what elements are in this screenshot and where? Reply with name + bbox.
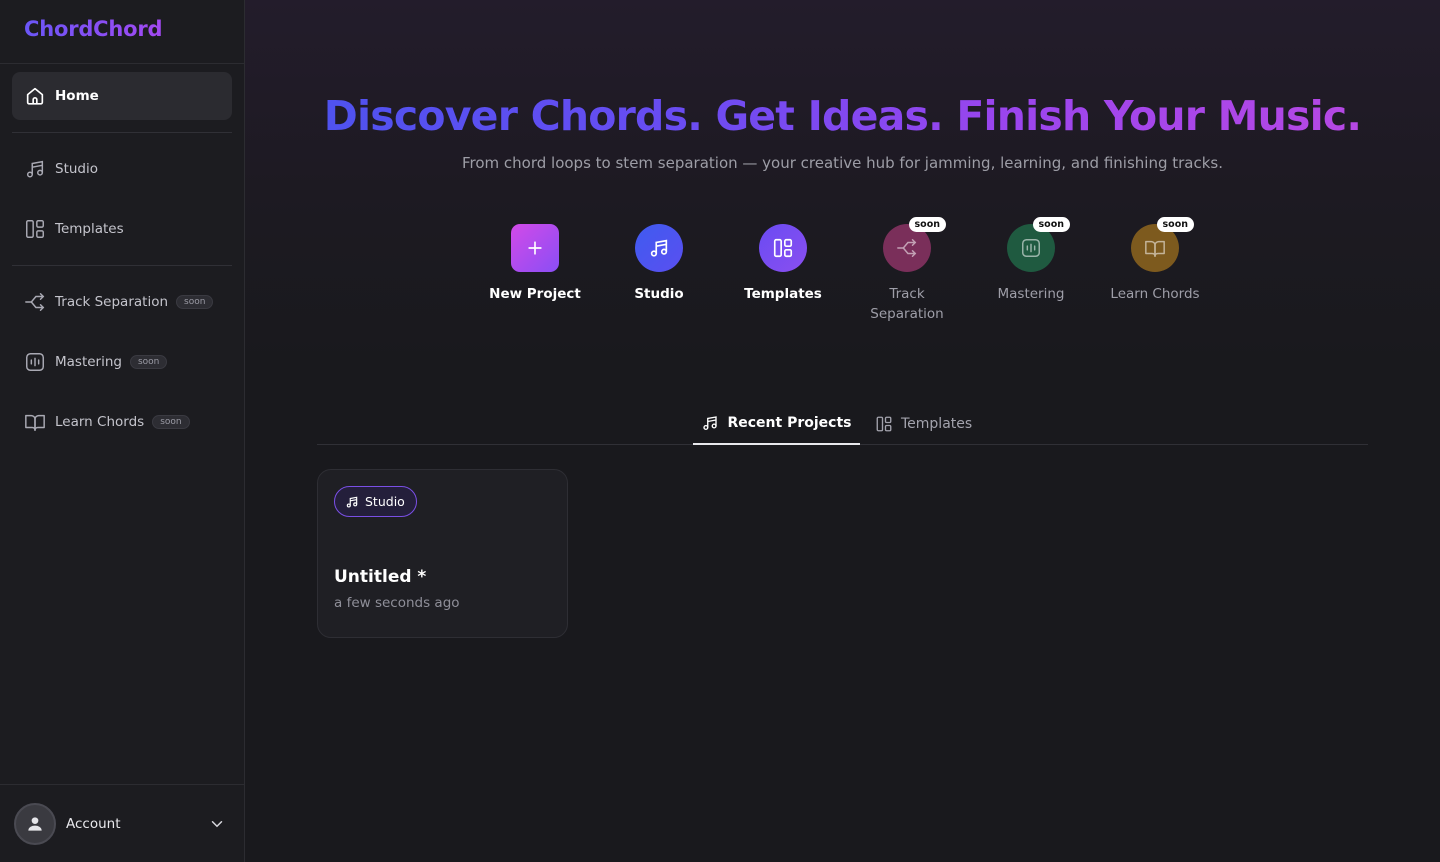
nav-divider	[12, 132, 232, 133]
sidebar-nav: Home Studio Templates Track Separation s…	[0, 64, 244, 446]
nav-divider	[12, 265, 232, 266]
avatar	[14, 802, 56, 845]
music-note-icon	[24, 158, 46, 180]
project-tabs: Recent Projects Templates	[317, 402, 1368, 445]
learn-chords-tile: soon	[1131, 217, 1194, 272]
sidebar-item-label: Home	[55, 88, 99, 104]
quick-actions: New Project Studio Templates soon Track …	[473, 217, 1217, 324]
chevron-down-icon	[208, 815, 226, 833]
templates-icon	[875, 415, 893, 433]
waveform-icon	[1022, 239, 1040, 257]
templates-tile	[759, 224, 807, 272]
track-separation-action-button[interactable]: soon Track Separation	[845, 217, 969, 324]
project-title: Untitled *	[334, 567, 427, 587]
home-icon	[24, 85, 46, 107]
music-note-icon	[701, 414, 719, 432]
action-label: Track Separation	[870, 286, 944, 322]
action-label: Mastering	[997, 286, 1065, 302]
track-separation-tile: soon	[883, 217, 946, 272]
learn-chords-action-button[interactable]: soon Learn Chords	[1093, 217, 1217, 324]
new-project-tile	[511, 224, 559, 272]
soon-badge: soon	[176, 295, 214, 309]
soon-badge: soon	[1032, 217, 1070, 232]
templates-icon	[773, 238, 793, 258]
action-label: Templates	[744, 286, 822, 302]
sidebar: ChordChord Home Studio Templates Track S…	[0, 0, 245, 862]
tab-templates[interactable]: Templates	[875, 402, 972, 445]
studio-action-button[interactable]: Studio	[597, 224, 721, 324]
page-subtitle: From chord loops to stem separation — yo…	[461, 154, 1223, 172]
templates-icon	[24, 218, 46, 240]
music-note-icon	[345, 495, 359, 509]
tab-label: Recent Projects	[727, 414, 852, 431]
soon-badge: soon	[908, 217, 946, 232]
sidebar-item-templates[interactable]: Templates	[12, 205, 232, 253]
studio-tile	[635, 224, 683, 272]
waveform-icon	[24, 351, 46, 373]
sidebar-item-label: Track Separation	[55, 294, 169, 310]
sidebar-item-label: Templates	[55, 221, 124, 237]
soon-badge: soon	[152, 415, 190, 429]
action-label: New Project	[489, 286, 581, 302]
soon-badge: soon	[129, 355, 168, 369]
music-note-icon	[650, 239, 668, 257]
sidebar-item-track-separation[interactable]: Track Separation soon	[12, 278, 232, 326]
plus-icon	[528, 241, 542, 255]
sidebar-item-mastering[interactable]: Mastering soon	[12, 338, 232, 386]
main-content: Discover Chords. Get Ideas. Finish Your …	[245, 0, 1440, 862]
action-label: Studio	[634, 286, 684, 302]
soon-badge: soon	[1156, 217, 1194, 232]
book-icon	[24, 411, 46, 433]
action-label: Learn Chords	[1110, 286, 1200, 302]
mastering-action-button[interactable]: soon Mastering	[969, 217, 1093, 324]
new-project-button[interactable]: New Project	[473, 224, 597, 324]
sidebar-item-label: Learn Chords	[55, 414, 145, 430]
mastering-tile: soon	[1007, 217, 1070, 272]
project-timestamp: a few seconds ago	[334, 595, 460, 611]
account-menu[interactable]: Account	[0, 784, 244, 862]
sidebar-item-studio[interactable]: Studio	[12, 145, 232, 193]
tab-recent-projects[interactable]: Recent Projects	[693, 402, 860, 445]
user-icon	[28, 816, 42, 831]
sidebar-item-learn-chords[interactable]: Learn Chords soon	[12, 398, 232, 446]
tab-label: Templates	[901, 415, 973, 432]
page-title: Discover Chords. Get Ideas. Finish Your …	[323, 92, 1362, 140]
book-icon	[1145, 240, 1165, 257]
brand-logo[interactable]: ChordChord	[0, 0, 244, 64]
account-label: Account	[66, 815, 121, 832]
sidebar-item-label: Studio	[55, 161, 98, 177]
project-type-label: Studio	[365, 494, 405, 509]
sidebar-item-home[interactable]: Home	[12, 72, 232, 120]
project-type-tag: Studio	[334, 486, 417, 517]
project-card[interactable]: Studio Untitled * a few seconds ago	[317, 469, 568, 638]
templates-action-button[interactable]: Templates	[721, 224, 845, 324]
split-icon	[24, 291, 46, 313]
sidebar-item-label: Mastering	[55, 354, 122, 370]
split-icon	[897, 239, 917, 257]
